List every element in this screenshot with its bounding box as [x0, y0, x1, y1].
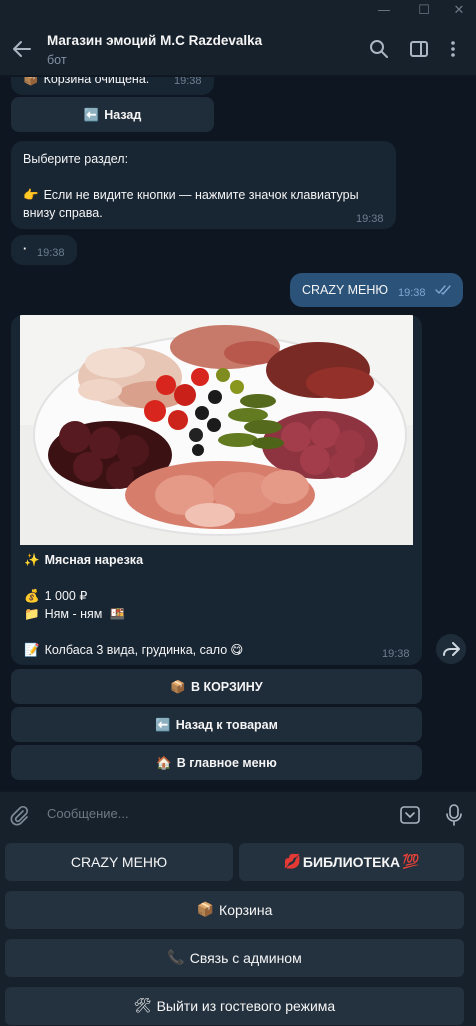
forward-button[interactable] [436, 634, 466, 664]
key-label: Корзина [219, 902, 273, 918]
back-arrow-icon[interactable] [10, 37, 34, 61]
exit-guest-mode-key[interactable]: 🛠 Выйти из гостевого режима [5, 987, 464, 1025]
message-time: 19:38 [37, 247, 65, 259]
chat-title[interactable]: Магазин эмоций M.C Razdevalka [47, 33, 262, 48]
main-menu-button[interactable]: 🏠 В главное меню [11, 745, 422, 780]
cart-key[interactable]: 📦 Корзина [5, 891, 464, 929]
folder-icon: 📁 [24, 606, 40, 621]
forward-arrow-icon [443, 642, 460, 656]
key-label: Выйти из гостевого режима [156, 998, 336, 1014]
back-to-products-button[interactable]: ⬅️ Назад к товарам [11, 707, 422, 742]
double-check-icon [435, 285, 451, 295]
hundred-points-icon: 💯 [402, 854, 420, 870]
left-arrow-icon: ⬅️ [155, 716, 171, 732]
memo-icon: 📝 [24, 642, 40, 657]
add-to-cart-button[interactable]: 📦 В КОРЗИНУ [11, 669, 422, 704]
chat-subtitle: бот [47, 53, 67, 67]
lips-icon: 💋 [283, 854, 301, 870]
message-time: 19:38 [382, 648, 410, 660]
search-icon[interactable] [368, 38, 390, 60]
pointing-hand-icon: 👉 [23, 187, 39, 202]
key-label: БИБЛИОТЕКА [302, 854, 401, 870]
hammer-wrench-icon: 🛠 [133, 998, 152, 1014]
close-window-button[interactable]: ✕ [442, 0, 476, 22]
phone-icon: 📞 [167, 950, 185, 966]
paperclip-icon[interactable] [8, 804, 30, 826]
library-key[interactable]: 💋 БИБЛИОТЕКА 💯 [239, 843, 464, 881]
product-category: Ням - ням [44, 607, 103, 621]
more-vertical-icon[interactable] [442, 38, 464, 60]
message-time: 19:38 [356, 213, 384, 225]
sidebar-toggle-icon[interactable] [408, 38, 430, 60]
product-description: Колбаса 3 вида, грудинка, сало [44, 643, 228, 657]
yum-face-icon: 😋 [230, 642, 244, 657]
crazy-menu-key[interactable]: CRAZY МЕНЮ [5, 843, 233, 881]
message-text: · [23, 242, 28, 256]
box-icon: 📦 [23, 77, 39, 86]
button-label: В КОРЗИНУ [190, 679, 263, 694]
sparkles-icon: ✨ [24, 552, 40, 567]
window-titlebar: — ☐ ✕ [0, 0, 476, 22]
message-composer: Сообщение... [0, 791, 476, 837]
box-icon: 📦 [170, 678, 186, 694]
message-dot: · 19:38 [11, 235, 77, 265]
contact-admin-key[interactable]: 📞 Связь с админом [5, 939, 464, 977]
box-icon: 📦 [196, 902, 215, 918]
message-text: CRAZY МЕНЮ [302, 283, 389, 297]
maximize-button[interactable]: ☐ [407, 0, 441, 22]
reply-keyboard: CRAZY МЕНЮ 💋 БИБЛИОТЕКА 💯 📦 Корзина 📞 Связь … [0, 837, 476, 1026]
message-choose-section: Выберите раздел: 👉 Если не видите кнопки … [11, 141, 396, 229]
keyboard-toggle-icon[interactable] [399, 804, 421, 826]
bento-icon: 🍱 [109, 606, 126, 621]
telegram-window: — ☐ ✕ Магазин эмоций M.C Razdevalka бот … [0, 0, 476, 1026]
product-price: 1 000 ₽ [44, 589, 88, 603]
message-time: 19:38 [174, 77, 202, 87]
message-time: 19:38 [398, 287, 426, 299]
button-label: В главное меню [176, 755, 277, 770]
message-list[interactable]: 📦 Корзина очищена. 19:38 ⬅️ Назад Выберите… [0, 77, 476, 791]
message-line: Если не видите кнопки — нажмите значок к… [43, 188, 359, 202]
message-text: Корзина очищена. [43, 77, 150, 86]
key-label: Связь с админом [189, 950, 302, 966]
money-bag-icon: 💰 [24, 588, 40, 603]
key-label: CRAZY МЕНЮ [70, 854, 168, 870]
product-title: Мясная нарезка [44, 553, 144, 567]
message-line: Выберите раздел: [23, 152, 129, 166]
microphone-icon[interactable] [443, 803, 465, 827]
message-input[interactable]: Сообщение... [47, 806, 129, 821]
chat-header: Магазин эмоций M.C Razdevalka бот [0, 22, 476, 76]
product-message: ✨ Мясная нарезка 💰 1 000 ₽ 📁 Ням - ням 🍱 📝 К… [11, 315, 422, 665]
inline-back-button[interactable]: ⬅️ Назад [11, 97, 214, 132]
message-outgoing: CRAZY МЕНЮ 19:38 [290, 273, 463, 307]
minimize-button[interactable]: — [367, 0, 401, 22]
meat-platter-photo[interactable] [20, 315, 413, 545]
message-cart-cleared: 📦 Корзина очищена. 19:38 [11, 77, 214, 95]
message-line: внизу справа. [23, 206, 103, 220]
left-arrow-icon: ⬅️ [83, 106, 100, 122]
ham-slices [125, 461, 315, 529]
button-label: Назад [104, 107, 142, 122]
button-label: Назад к товарам [175, 717, 278, 732]
house-icon: 🏠 [156, 754, 172, 770]
